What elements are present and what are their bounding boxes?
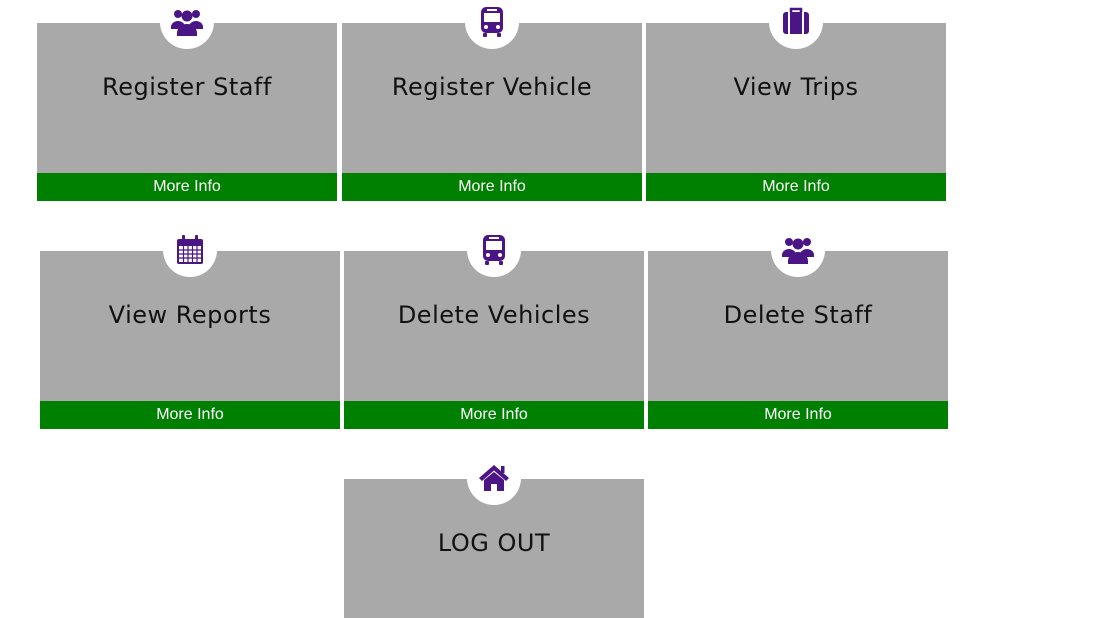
card-title: Register Vehicle	[391, 73, 593, 101]
card-title: View Trips	[733, 73, 859, 101]
more-info-link[interactable]: More Info	[344, 401, 644, 429]
card-register-vehicle[interactable]: Register Vehicle More Info	[342, 0, 642, 201]
bus-icon	[483, 235, 505, 265]
more-info-link[interactable]: More Info	[648, 401, 948, 429]
bus-icon	[481, 7, 503, 37]
more-info-link[interactable]: More Info	[342, 173, 642, 201]
users-icon	[171, 10, 203, 36]
card-view-reports[interactable]: View Reports More Info	[40, 223, 340, 429]
more-info-link[interactable]: More Info	[40, 401, 340, 429]
calendar-icon	[177, 235, 203, 264]
calendar-icon-badge	[163, 223, 217, 277]
card-register-staff[interactable]: Register Staff More Info	[37, 0, 337, 201]
card-title: View Reports	[108, 301, 272, 329]
card-title: Delete Staff	[723, 301, 873, 329]
card-title: Register Staff	[102, 73, 272, 101]
more-info-link[interactable]: More Info	[37, 173, 337, 201]
home-icon-badge	[467, 451, 521, 505]
card-view-trips[interactable]: View Trips More Info	[646, 0, 946, 201]
logout-label: LOG OUT	[437, 529, 551, 557]
users-icon-badge	[160, 0, 214, 49]
suitcase-icon-badge	[769, 0, 823, 49]
card-delete-vehicles[interactable]: Delete Vehicles More Info	[344, 223, 644, 429]
users-icon	[782, 238, 814, 264]
more-info-link[interactable]: More Info	[646, 173, 946, 201]
bus-icon-badge	[465, 0, 519, 49]
users-icon-badge	[771, 223, 825, 277]
home-icon	[479, 465, 509, 491]
card-logout[interactable]: LOG OUT	[344, 451, 644, 618]
suitcase-icon	[783, 7, 809, 34]
dashboard: Register Staff More Info Register Vehicl…	[0, 0, 1096, 618]
bus-icon-badge	[467, 223, 521, 277]
card-delete-staff[interactable]: Delete Staff More Info	[648, 223, 948, 429]
card-title: Delete Vehicles	[397, 301, 591, 329]
